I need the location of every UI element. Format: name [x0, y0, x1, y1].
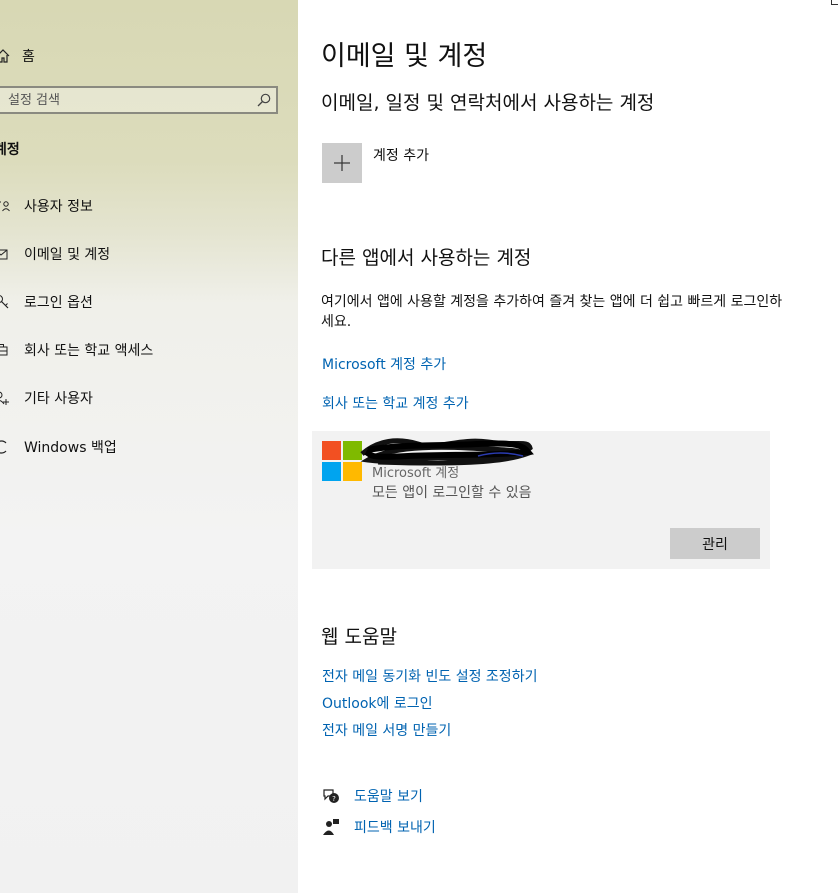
search-icon[interactable]	[256, 92, 272, 108]
search-input[interactable]	[0, 91, 256, 109]
nav-home-label: 홈	[22, 49, 35, 65]
redaction-scribble	[360, 438, 534, 466]
sidebar-item-your-info[interactable]: 사용자 정보	[0, 194, 93, 218]
get-help-link[interactable]: 도움말 보기	[354, 786, 423, 806]
web-help-link-email-signature[interactable]: 전자 메일 서명 만들기	[322, 720, 451, 740]
svg-text:?: ?	[332, 795, 336, 803]
web-help-heading: 웹 도움말	[321, 626, 397, 648]
sidebar-item-windows-backup[interactable]: Windows 백업	[0, 435, 117, 459]
mail-icon	[0, 246, 10, 262]
get-help-row[interactable]: ? 도움말 보기	[322, 786, 423, 806]
add-microsoft-account-link[interactable]: Microsoft 계정 추가	[322, 354, 446, 374]
window-corner-edge	[831, 0, 838, 5]
add-account-button[interactable]: 계정 추가	[322, 143, 429, 183]
microsoft-logo-icon	[322, 441, 362, 481]
sidebar-item-email-accounts[interactable]: 이메일 및 계정	[0, 242, 110, 266]
search-box[interactable]	[0, 86, 278, 114]
web-help-link-sync-frequency[interactable]: 전자 메일 동기화 빈도 설정 조정하기	[322, 666, 537, 686]
sidebar-item-label: 로그인 옵션	[24, 295, 93, 311]
sync-icon	[0, 439, 10, 455]
sidebar-item-label: 기타 사용자	[24, 391, 93, 407]
sidebar-item-label: 이메일 및 계정	[24, 247, 111, 263]
feedback-row[interactable]: 피드백 보내기	[322, 817, 436, 837]
feedback-icon	[322, 818, 340, 836]
section-title: 계정	[0, 142, 20, 158]
account-card[interactable]: Microsoft 계정 모든 앱이 로그인할 수 있음 관리	[312, 431, 770, 569]
briefcase-icon	[0, 342, 10, 358]
sidebar-item-label: 회사 또는 학교 액세스	[24, 343, 154, 359]
home-icon	[0, 48, 10, 64]
manage-button[interactable]: 관리	[670, 528, 760, 559]
web-help-link-outlook-sign-in[interactable]: Outlook에 로그인	[322, 693, 432, 713]
add-work-school-account-link[interactable]: 회사 또는 학교 계정 추가	[322, 393, 469, 413]
person-card-icon	[0, 198, 10, 214]
add-account-label: 계정 추가	[373, 148, 429, 164]
email-section-heading: 이메일, 일정 및 연락처에서 사용하는 계정	[321, 92, 655, 114]
key-icon	[0, 294, 10, 310]
sidebar: 설정 홈 계정 사용자 정보 이메일 및 계정 로그인 옵션	[0, 0, 298, 893]
sidebar-item-label: Windows 백업	[24, 440, 117, 456]
account-note: 모든 앱이 로그인할 수 있음	[372, 485, 532, 501]
sidebar-item-label: 사용자 정보	[24, 199, 93, 215]
nav-home[interactable]: 홈	[0, 44, 35, 68]
sidebar-item-work-school[interactable]: 회사 또는 학교 액세스	[0, 338, 153, 362]
sidebar-item-sign-in-options[interactable]: 로그인 옵션	[0, 290, 93, 314]
other-apps-description: 여기에서 앱에 사용할 계정을 추가하여 즐겨 찾는 앱에 더 쉽고 빠르게 로…	[321, 294, 783, 330]
main-content: 이메일 및 계정 이메일, 일정 및 연락처에서 사용하는 계정 계정 추가 다…	[298, 0, 838, 893]
page-title: 이메일 및 계정	[321, 41, 488, 72]
other-apps-heading: 다른 앱에서 사용하는 계정	[321, 247, 532, 269]
sidebar-item-other-users[interactable]: 기타 사용자	[0, 386, 93, 410]
send-feedback-link[interactable]: 피드백 보내기	[354, 817, 436, 837]
add-icon	[322, 143, 362, 183]
people-icon	[0, 390, 10, 406]
help-chat-icon: ?	[322, 787, 340, 805]
